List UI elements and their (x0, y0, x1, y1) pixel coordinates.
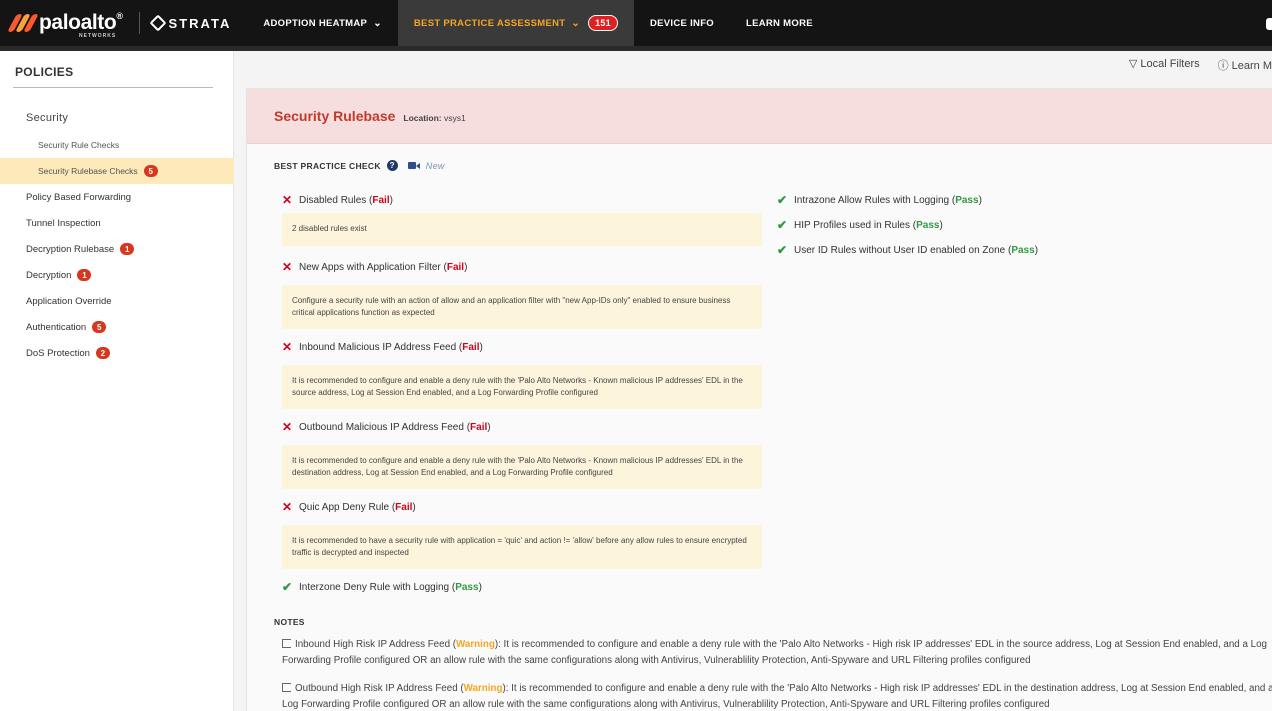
count-badge: 2 (95, 347, 110, 359)
flag-icon (282, 639, 291, 648)
brand-sub: NETWORKS (79, 33, 117, 39)
check-user-id-rules[interactable]: ✔ User ID Rules without User ID enabled … (777, 243, 1038, 257)
top-nav-bar: paloalto® NETWORKS STRATA ADOPTION HEATM… (0, 0, 1272, 51)
fail-x-icon: ✕ (282, 420, 293, 434)
product-name: STRATA (168, 15, 232, 31)
panel-title: Security Rulebase (274, 108, 396, 124)
learn-more-button[interactable]: ⓘ Learn M (1218, 57, 1272, 73)
help-icon[interactable]: ? (386, 160, 398, 171)
check-hip-profiles[interactable]: ✔ HIP Profiles used in Rules (Pass) (777, 218, 943, 232)
check-interzone-deny-rule[interactable]: ✔ Interzone Deny Rule with Logging (Pass… (282, 580, 482, 594)
count-badge: 5 (92, 321, 107, 333)
sidebar-item-policy-based-forwarding[interactable]: Policy Based Forwarding (0, 184, 233, 210)
fail-x-icon: ✕ (282, 193, 293, 207)
check-inbound-malicious-ip-feed[interactable]: ✕ Inbound Malicious IP Address Feed (Fai… (282, 340, 483, 354)
brand-registered: ® (116, 11, 123, 21)
toolbar: ▽ Local Filters ⓘ Learn M (1129, 57, 1272, 73)
panel-header: Security Rulebase Location: vsys1 (247, 89, 1272, 144)
paloalto-logo-icon (7, 14, 39, 32)
check-new-apps-application-filter[interactable]: ✕ New Apps with Application Filter (Fail… (282, 260, 467, 274)
nav-count-badge: 151 (588, 15, 618, 31)
chevron-down-icon: ⌄ (571, 17, 581, 29)
sidebar-item-security-rule-checks[interactable]: Security Rule Checks (0, 132, 233, 158)
pass-check-icon: ✔ (282, 580, 293, 594)
fail-x-icon: ✕ (282, 260, 293, 274)
fail-x-icon: ✕ (282, 500, 293, 514)
nav-device-info[interactable]: DEVICE INFO (634, 0, 730, 46)
check-description: Configure a security rule with an action… (282, 285, 762, 329)
check-intrazone-allow-rules[interactable]: ✔ Intrazone Allow Rules with Logging (Pa… (777, 193, 982, 207)
check-description: 2 disabled rules exist (282, 213, 762, 246)
user-icon[interactable] (1266, 18, 1272, 30)
pass-check-icon: ✔ (777, 243, 788, 257)
count-badge: 1 (77, 269, 92, 281)
pass-check-icon: ✔ (777, 193, 788, 207)
notes-heading: NOTES (274, 617, 305, 627)
check-description: It is recommended to configure and enabl… (282, 445, 762, 489)
new-label: New (425, 160, 445, 171)
logo-divider (138, 12, 140, 34)
sidebar-item-security-rulebase-checks[interactable]: Security Rulebase Checks 5 (0, 158, 234, 184)
note-outbound-high-risk-ip: Outbound High Risk IP Address Feed (Warn… (282, 683, 1272, 710)
fail-x-icon: ✕ (282, 340, 293, 354)
filter-icon: ▽ (1128, 58, 1138, 70)
main-content: ▽ Local Filters ⓘ Learn M Security Rulebas… (234, 51, 1272, 711)
security-rulebase-panel: Security Rulebase Location: vsys1 BEST P… (246, 88, 1272, 711)
best-practice-check-heading: BEST PRACTICE CHECK ? New (274, 160, 445, 171)
main-nav: ADOPTION HEATMAP ⌄ BEST PRACTICE ASSESSM… (247, 0, 829, 46)
count-badge: 5 (143, 165, 158, 177)
check-description: It is recommended to have a security rul… (282, 525, 762, 569)
sidebar: POLICIES Security Security Rule Checks S… (0, 51, 234, 711)
sidebar-section-security[interactable]: Security (0, 88, 233, 124)
sidebar-item-dos-protection[interactable]: DoS Protection 2 (0, 340, 233, 366)
nav-best-practice-assessment[interactable]: BEST PRACTICE ASSESSMENT ⌄ 151 (397, 0, 634, 46)
note-inbound-high-risk-ip: Inbound High Risk IP Address Feed (Warni… (282, 639, 1267, 666)
sidebar-title: POLICIES (15, 65, 74, 79)
check-outbound-malicious-ip-feed[interactable]: ✕ Outbound Malicious IP Address Feed (Fa… (282, 420, 491, 434)
sidebar-item-authentication[interactable]: Authentication 5 (0, 314, 233, 340)
sidebar-item-decryption[interactable]: Decryption 1 (0, 262, 233, 288)
brand-name: paloalto (39, 11, 117, 34)
local-filters-button[interactable]: ▽ Local Filters (1129, 57, 1200, 73)
sidebar-item-tunnel-inspection[interactable]: Tunnel Inspection (0, 210, 233, 236)
count-badge: 1 (120, 243, 135, 255)
location-label: Location: vsys1 (403, 112, 466, 123)
nav-learn-more[interactable]: LEARN MORE (730, 0, 829, 46)
pass-check-icon: ✔ (777, 218, 788, 232)
flag-icon (282, 683, 291, 692)
location-value: vsys1 (444, 112, 466, 123)
chevron-down-icon: ⌄ (373, 17, 382, 29)
paloalto-logo[interactable]: paloalto® NETWORKS (0, 0, 123, 46)
video-icon[interactable] (407, 162, 420, 169)
check-description: It is recommended to configure and enabl… (282, 365, 762, 409)
sidebar-item-application-override[interactable]: Application Override (0, 288, 233, 314)
info-icon: ⓘ (1217, 60, 1229, 72)
check-disabled-rules[interactable]: ✕ Disabled Rules (Fail) (282, 193, 393, 207)
strata-logo: STRATA (149, 14, 232, 32)
sidebar-item-decryption-rulebase[interactable]: Decryption Rulebase 1 (0, 236, 233, 262)
check-quic-app-deny-rule[interactable]: ✕ Quic App Deny Rule (Fail) (282, 500, 416, 514)
strata-icon (149, 14, 167, 32)
nav-adoption-heatmap[interactable]: ADOPTION HEATMAP ⌄ (247, 0, 398, 46)
